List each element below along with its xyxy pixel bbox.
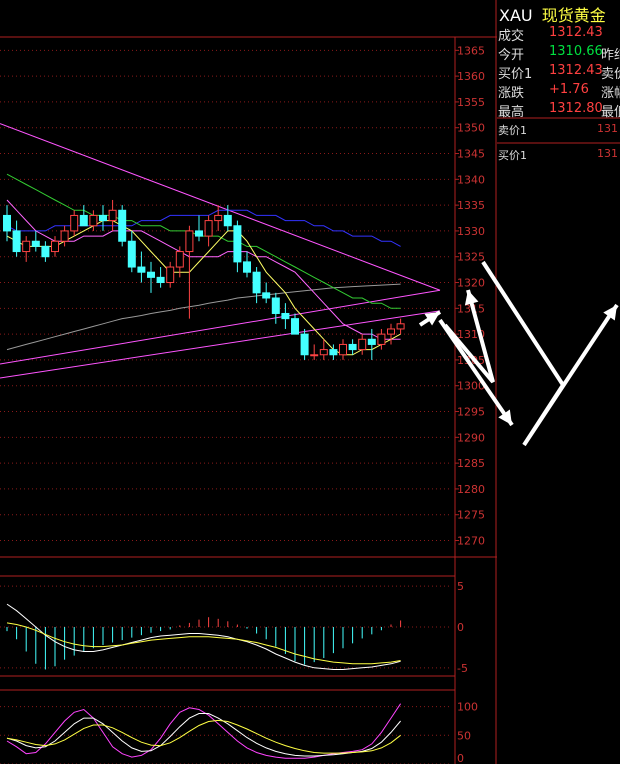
candle-up — [108, 209, 117, 222]
quote-row: 买价1 1312.43卖价 — [497, 63, 620, 82]
orderbook-value: 131 — [597, 147, 618, 160]
kdj-line-2 — [6, 719, 401, 754]
quote-value: +1.76 — [549, 82, 589, 97]
quote-value: 1312.43 — [549, 63, 603, 78]
quote-panel: XAU 现货黄金 成交1312.43今开1310.66昨结买价11312.43卖… — [497, 0, 620, 764]
price-tick-label: 1350 — [457, 122, 485, 135]
macd-dea-line — [6, 622, 401, 665]
candle-down — [329, 349, 338, 356]
symbol-code: XAU — [499, 6, 533, 25]
quote-row: 今开 1310.66昨结 — [497, 44, 620, 63]
quote-row: 涨跌 +1.76 涨幅 — [497, 82, 620, 101]
candle-down — [3, 214, 11, 232]
orderbook-value: 131 — [597, 122, 618, 135]
candle-down — [367, 338, 376, 345]
price-tick-label: 1280 — [457, 483, 485, 496]
candle-up — [70, 214, 79, 232]
quote-row: 成交 1312.43 — [497, 25, 620, 44]
ma10-line — [6, 199, 401, 340]
macd-tick-label: -5 — [457, 662, 468, 675]
candle-up — [204, 220, 213, 237]
candle-down — [252, 271, 261, 294]
quote-title: XAU 现货黄金 — [499, 2, 606, 26]
quote-label-secondary: 最低 — [601, 105, 620, 120]
quote-value: 1310.66 — [549, 44, 603, 59]
ma120-line — [6, 283, 401, 351]
price-tick-label: 1360 — [457, 70, 485, 83]
instrument-name: 现货黄金 — [541, 6, 606, 25]
candle-down — [118, 209, 127, 242]
price-tick-label: 1270 — [457, 535, 485, 548]
candle-up — [310, 354, 319, 357]
candle-up — [175, 251, 184, 268]
candle-up — [319, 349, 328, 356]
candle-down — [156, 276, 165, 284]
candle-down — [41, 245, 50, 258]
price-tick-label: 1325 — [457, 251, 485, 264]
candle-down — [271, 297, 280, 314]
candle-up — [89, 214, 98, 227]
candle-up — [358, 338, 367, 351]
candle-up — [166, 266, 175, 284]
candle-up — [185, 230, 194, 253]
price-tick-label: 1320 — [457, 277, 485, 290]
price-tick-label: 1355 — [457, 96, 485, 109]
macd-tick-label: 0 — [457, 621, 464, 634]
kdj-tick-label: 0 — [457, 752, 464, 764]
trendline-upper — [0, 123, 441, 291]
candle-down — [262, 292, 271, 299]
candle-up — [60, 230, 69, 242]
candle-down — [79, 214, 88, 227]
price-tick-label: 1275 — [457, 509, 485, 522]
candle-down — [300, 333, 309, 356]
quote-label-secondary: 卖价 — [601, 67, 620, 82]
candle-up — [377, 333, 386, 345]
candle-down — [99, 214, 107, 222]
candle-down — [223, 214, 232, 227]
quote-row: 最高 1312.80最低 — [497, 101, 620, 120]
quote-label: 今开 — [498, 48, 525, 63]
candle-down — [147, 271, 155, 278]
price-tick-label: 1295 — [457, 406, 485, 419]
quote-label: 买价1 — [498, 67, 533, 82]
price-tick-label: 1290 — [457, 431, 485, 444]
candle-down — [31, 240, 40, 247]
quote-label: 成交 — [498, 29, 525, 44]
price-tick-label: 1365 — [457, 44, 485, 57]
candle-down — [127, 240, 136, 268]
candle-up — [51, 240, 59, 253]
quote-value: 1312.80 — [549, 101, 603, 116]
candle-down — [348, 343, 357, 351]
quote-label: 最高 — [498, 105, 525, 120]
kdj-tick-label: 100 — [457, 701, 478, 714]
candle-up — [396, 323, 405, 330]
price-tick-label: 1340 — [457, 173, 485, 186]
candle-down — [195, 230, 203, 237]
macd-tick-label: 5 — [457, 580, 464, 593]
price-tick-label: 1330 — [457, 225, 485, 238]
price-tick-label: 1345 — [457, 148, 485, 161]
candle-up — [22, 240, 31, 253]
candle-up — [339, 343, 347, 356]
candle-down — [137, 266, 146, 273]
quote-label: 涨跌 — [498, 86, 525, 101]
candle-down — [281, 312, 290, 320]
candle-down — [12, 230, 21, 253]
candle-up — [214, 214, 223, 222]
candle-down — [291, 318, 299, 335]
price-tick-label: 1285 — [457, 457, 485, 470]
candle-down — [243, 261, 251, 273]
candle-up — [387, 328, 395, 335]
price-tick-label: 1335 — [457, 199, 485, 212]
quote-label-secondary: 昨结 — [601, 48, 620, 63]
candle-down — [233, 225, 242, 263]
quote-value: 1312.43 — [549, 25, 603, 40]
orderbook-label: 买价1 — [498, 149, 527, 162]
orderbook-label: 卖价1 — [498, 124, 527, 137]
kdj-tick-label: 50 — [457, 729, 471, 742]
quote-label-secondary: 涨幅 — [601, 86, 620, 101]
